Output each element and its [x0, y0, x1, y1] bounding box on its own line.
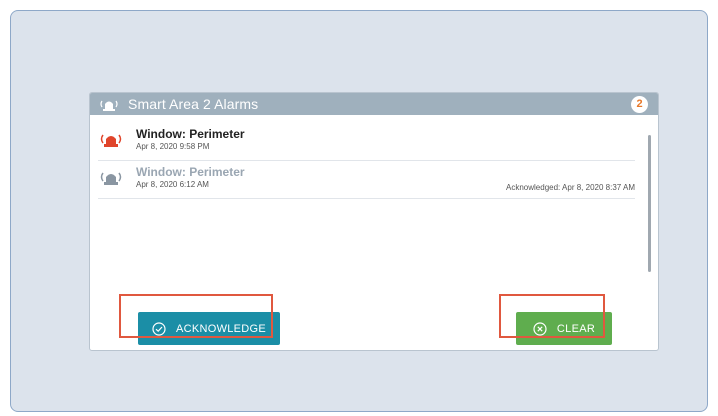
acknowledged-alarm-icon — [100, 169, 122, 185]
alarm-row-acknowledged[interactable]: Window: Perimeter Apr 8, 2020 6:12 AM Ac… — [98, 161, 635, 199]
scrollbar[interactable] — [648, 135, 651, 272]
alarm-title: Window: Perimeter — [136, 127, 245, 141]
alarm-siren-icon — [100, 97, 118, 111]
acknowledge-highlight-box — [119, 294, 273, 338]
panel-header: Smart Area 2 Alarms 2 — [90, 93, 658, 115]
alarm-count-badge: 2 — [631, 95, 648, 113]
alarm-list: Window: Perimeter Apr 8, 2020 9:58 PM Wi… — [98, 123, 635, 199]
alarm-title: Window: Perimeter — [136, 165, 245, 179]
active-alarm-icon — [100, 131, 122, 147]
panel-title: Smart Area 2 Alarms — [128, 96, 259, 112]
acknowledged-timestamp: Acknowledged: Apr 8, 2020 8:37 AM — [506, 183, 635, 192]
clear-highlight-box — [499, 294, 605, 338]
alarms-screen: Smart Area 2 Alarms 2 Window: Perimeter … — [10, 10, 708, 412]
alarm-row-active[interactable]: Window: Perimeter Apr 8, 2020 9:58 PM — [98, 123, 635, 161]
alarm-time: Apr 8, 2020 9:58 PM — [136, 142, 210, 151]
